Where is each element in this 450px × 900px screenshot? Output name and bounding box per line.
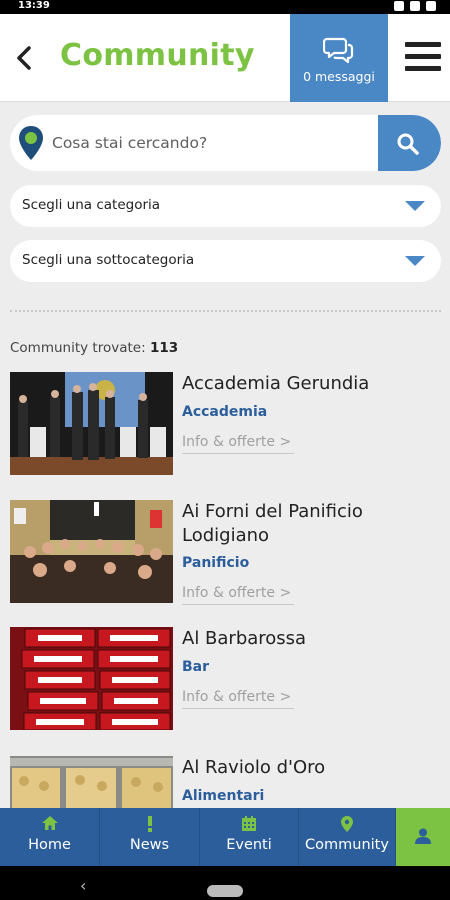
search-bar <box>10 115 441 171</box>
item-thumbnail[interactable] <box>10 627 173 730</box>
battery-icon <box>426 1 436 11</box>
page-title: Community <box>60 38 255 73</box>
chat-bubbles-icon <box>323 37 354 64</box>
nav-home-label: Home <box>28 837 71 853</box>
info-offers-link[interactable]: Info & offerte > <box>182 434 294 454</box>
list-item[interactable]: Accademia Gerundia Accademia Info & offe… <box>10 372 450 477</box>
item-category: Bar <box>182 659 210 675</box>
search-input[interactable] <box>50 115 375 171</box>
nav-community[interactable]: Community <box>299 808 396 866</box>
home-icon <box>0 816 99 834</box>
signal-icon <box>410 1 420 11</box>
search-icon <box>397 133 419 155</box>
location-icon <box>299 816 395 836</box>
hamburger-menu-icon[interactable] <box>405 42 443 74</box>
nav-home[interactable]: Home <box>0 808 100 866</box>
system-home-icon[interactable] <box>207 885 243 897</box>
item-thumbnail[interactable] <box>10 372 173 475</box>
list-item[interactable]: Al Barbarossa Bar Info & offerte > <box>10 627 450 732</box>
status-icons <box>394 1 436 11</box>
item-name[interactable]: Al Raviolo d'Oro <box>182 756 442 780</box>
status-bar: 13:39 <box>0 0 450 14</box>
nav-profile[interactable] <box>396 808 450 866</box>
info-offers-link[interactable]: Info & offerte > <box>182 689 294 709</box>
calendar-icon <box>200 816 298 835</box>
list-item[interactable]: Ai Forni del Panificio Lodigiano Panific… <box>10 500 450 605</box>
app-header: Community 0 messaggi <box>0 14 450 102</box>
item-thumbnail[interactable] <box>10 500 173 603</box>
bottom-nav: Home News Eventi Community <box>0 808 450 866</box>
item-name[interactable]: Ai Forni del Panificio Lodigiano <box>182 500 442 548</box>
status-time: 13:39 <box>18 0 50 11</box>
exclamation-icon <box>100 816 199 836</box>
category-select[interactable]: Scegli una categoria <box>10 185 441 227</box>
messages-count-label: 0 messaggi <box>303 69 375 84</box>
nav-news-label: News <box>129 837 170 853</box>
messages-button[interactable]: 0 messaggi <box>290 14 388 102</box>
subcategory-select-label: Scegli una sottocategoria <box>22 252 195 268</box>
user-icon <box>415 828 431 844</box>
nav-news[interactable]: News <box>100 808 200 866</box>
system-back-icon[interactable]: ‹ <box>80 876 86 895</box>
back-arrow-icon <box>17 46 31 70</box>
map-pin-icon <box>19 126 43 160</box>
nav-community-label: Community <box>305 837 389 853</box>
search-button[interactable] <box>378 115 441 171</box>
item-category: Alimentari <box>182 788 265 804</box>
results-count: Community trovate: 113 <box>10 340 178 356</box>
item-name[interactable]: Al Barbarossa <box>182 627 442 651</box>
subcategory-select[interactable]: Scegli una sottocategoria <box>10 240 441 282</box>
list-item[interactable]: Al Raviolo d'Oro Alimentari <box>10 756 450 808</box>
item-name[interactable]: Accademia Gerundia <box>182 372 442 396</box>
community-list: Accademia Gerundia Accademia Info & offe… <box>0 372 450 808</box>
info-offers-link[interactable]: Info & offerte > <box>182 585 294 605</box>
category-select-label: Scegli una categoria <box>22 197 161 213</box>
dropdown-arrow-icon <box>405 201 425 211</box>
item-category: Accademia <box>182 404 268 420</box>
wifi-icon <box>394 1 404 11</box>
android-nav-bar: ‹ <box>0 866 450 900</box>
nav-events[interactable]: Eventi <box>200 808 299 866</box>
results-count-label: Community trovate: <box>10 340 146 356</box>
divider <box>10 310 441 312</box>
back-button[interactable] <box>14 44 34 72</box>
nav-events-label: Eventi <box>226 837 272 853</box>
results-count-value: 113 <box>149 340 179 356</box>
item-thumbnail[interactable] <box>10 756 173 808</box>
dropdown-arrow-icon <box>405 256 425 266</box>
item-category: Panificio <box>182 555 250 571</box>
